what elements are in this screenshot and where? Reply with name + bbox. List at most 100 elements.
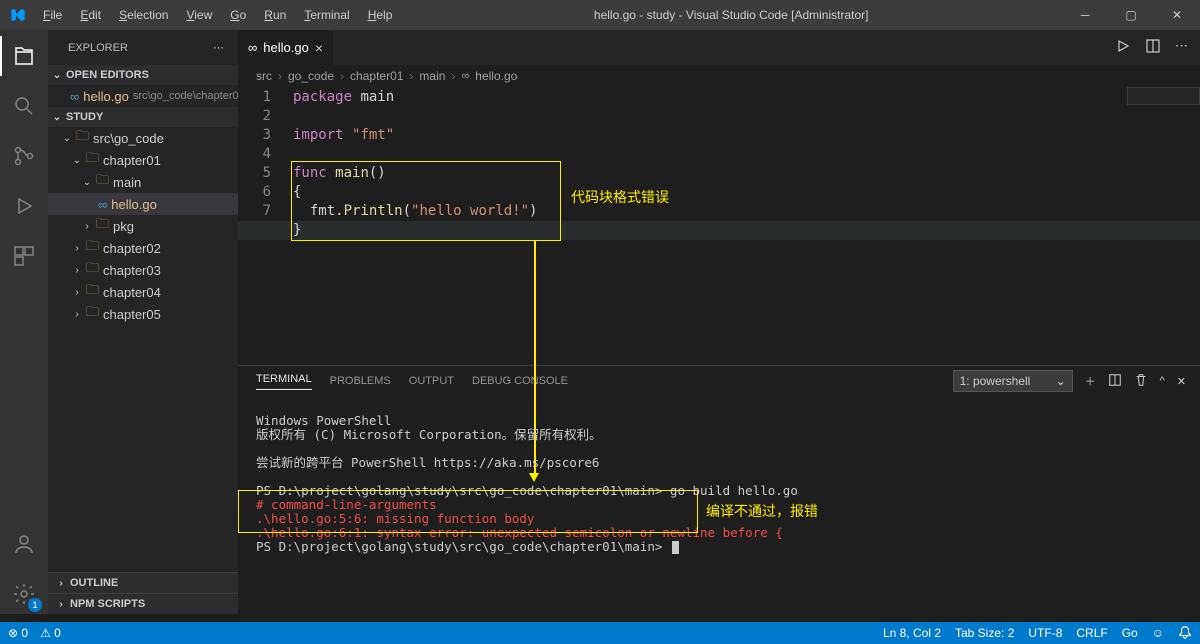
editor-area: ∞ hello.go × ⋯ src› go_code› chapter01› … — [238, 30, 1200, 614]
new-terminal-icon[interactable]: ＋ — [1085, 373, 1096, 389]
bottom-panel: TERMINAL PROBLEMS OUTPUT DEBUG CONSOLE 1… — [238, 365, 1200, 614]
menu-view[interactable]: View — [178, 4, 220, 26]
tab-hello-go[interactable]: ∞ hello.go × — [238, 30, 334, 65]
split-terminal-icon[interactable] — [1108, 373, 1122, 390]
open-editors-label: OPEN EDITORS — [66, 69, 149, 81]
chevron-down-icon: ⌄ — [1056, 374, 1066, 388]
run-debug-icon[interactable] — [0, 186, 48, 226]
tree-chapter03[interactable]: ›🗀chapter03 — [48, 259, 238, 281]
go-file-icon: ∞ — [461, 70, 469, 82]
status-lang[interactable]: Go — [1122, 626, 1138, 640]
tree-root[interactable]: ⌄🗀src\go_code — [48, 127, 238, 149]
settings-badge: 1 — [28, 598, 42, 612]
window-title: hello.go - study - Visual Studio Code [A… — [400, 8, 1062, 22]
menu-file[interactable]: File — [35, 4, 70, 26]
split-editor-icon[interactable] — [1145, 38, 1161, 57]
search-icon[interactable] — [0, 86, 48, 126]
terminal-output[interactable]: Windows PowerShell 版权所有 (C) Microsoft Co… — [238, 396, 1200, 614]
tree-main[interactable]: ⌄🗀main — [48, 171, 238, 193]
tree-chapter04[interactable]: ›🗀chapter04 — [48, 281, 238, 303]
status-lncol[interactable]: Ln 8, Col 2 — [883, 626, 941, 640]
term-line: Windows PowerShell — [256, 413, 391, 428]
maximize-panel-icon[interactable]: ^ — [1160, 375, 1165, 387]
annotation-terminal-box — [238, 490, 698, 533]
tree-ch04-label: chapter04 — [103, 285, 161, 300]
terminal-cursor — [672, 541, 679, 554]
tree-pkg[interactable]: ›🗀pkg — [48, 215, 238, 237]
open-editor-file[interactable]: ∞ hello.go src\go_code\chapter01\m... — [48, 85, 238, 107]
explorer-title: EXPLORER — [68, 42, 128, 54]
status-eol[interactable]: CRLF — [1076, 626, 1107, 640]
trash-terminal-icon[interactable] — [1134, 373, 1148, 390]
close-panel-icon[interactable]: ✕ — [1177, 375, 1186, 388]
file-tree: ⌄🗀src\go_code ⌄🗀chapter01 ⌄🗀main ∞hello.… — [48, 127, 238, 325]
explorer-sidebar: EXPLORER ⋯ ⌄OPEN EDITORS ∞ hello.go src\… — [48, 30, 238, 614]
editor-tabs: ∞ hello.go × ⋯ — [238, 30, 1200, 65]
maximize-button[interactable]: ▢ — [1108, 0, 1154, 30]
panel-tabs: TERMINAL PROBLEMS OUTPUT DEBUG CONSOLE 1… — [238, 366, 1200, 396]
panel-tab-problems[interactable]: PROBLEMS — [330, 375, 391, 387]
close-tab-icon[interactable]: × — [315, 40, 323, 56]
status-errors[interactable]: ⊗ 0 — [8, 626, 28, 640]
run-code-icon[interactable] — [1115, 38, 1131, 57]
activity-bar: 1 — [0, 30, 48, 614]
status-warnings[interactable]: ⚠ 0 — [40, 626, 61, 640]
crumb-main[interactable]: main — [419, 69, 445, 83]
status-encoding[interactable]: UTF-8 — [1028, 626, 1062, 640]
explorer-more-icon[interactable]: ⋯ — [213, 41, 224, 54]
menu-selection[interactable]: Selection — [111, 4, 176, 26]
outline-label: OUTLINE — [70, 577, 118, 589]
tree-file-label: hello.go — [111, 197, 157, 212]
title-bar: File Edit Selection View Go Run Terminal… — [0, 0, 1200, 30]
explorer-icon[interactable] — [0, 36, 48, 76]
open-editor-filename: hello.go — [83, 89, 129, 104]
tree-chapter02[interactable]: ›🗀chapter02 — [48, 237, 238, 259]
outline-section[interactable]: ›OUTLINE — [48, 572, 238, 593]
menu-go[interactable]: Go — [222, 4, 254, 26]
terminal-selector[interactable]: 1: powershell ⌄ — [953, 370, 1073, 392]
close-window-button[interactable]: ✕ — [1154, 0, 1200, 30]
tree-ch01-label: chapter01 — [103, 153, 161, 168]
extensions-icon[interactable] — [0, 236, 48, 276]
crumb-src[interactable]: src — [256, 69, 272, 83]
crumb-ch01[interactable]: chapter01 — [350, 69, 403, 83]
tree-file-hello[interactable]: ∞hello.go — [48, 193, 238, 215]
minimize-button[interactable]: ─ — [1062, 0, 1108, 30]
more-actions-icon[interactable]: ⋯ — [1175, 38, 1188, 57]
menu-terminal[interactable]: Terminal — [296, 4, 357, 26]
panel-tab-terminal[interactable]: TERMINAL — [256, 373, 312, 390]
menu-bar: File Edit Selection View Go Run Terminal… — [35, 4, 400, 26]
tree-main-label: main — [113, 175, 141, 190]
study-section[interactable]: ⌄STUDY — [48, 107, 238, 127]
vscode-logo — [0, 7, 35, 23]
breadcrumb[interactable]: src› go_code› chapter01› main› ∞ hello.g… — [238, 65, 1200, 87]
menu-help[interactable]: Help — [360, 4, 401, 26]
term-line: 尝试新的跨平台 PowerShell https://aka.ms/pscore… — [256, 455, 599, 470]
terminal-selector-label: 1: powershell — [960, 374, 1031, 388]
go-file-icon: ∞ — [248, 40, 257, 55]
source-control-icon[interactable] — [0, 136, 48, 176]
menu-edit[interactable]: Edit — [72, 4, 109, 26]
study-label: STUDY — [66, 111, 103, 123]
tree-chapter01[interactable]: ⌄🗀chapter01 — [48, 149, 238, 171]
panel-tab-output[interactable]: OUTPUT — [409, 375, 454, 387]
annotation-terminal-label: 编译不通过，报错 — [706, 504, 818, 518]
account-icon[interactable] — [0, 524, 48, 564]
minimap[interactable] — [1127, 87, 1200, 105]
status-feedback-icon[interactable]: ☺ — [1152, 626, 1164, 640]
menu-run[interactable]: Run — [256, 4, 294, 26]
tree-chapter05[interactable]: ›🗀chapter05 — [48, 303, 238, 325]
tab-label: hello.go — [263, 40, 309, 55]
panel-tab-debug[interactable]: DEBUG CONSOLE — [472, 375, 568, 387]
annotation-code-box — [291, 161, 561, 241]
npm-scripts-section[interactable]: ›NPM SCRIPTS — [48, 593, 238, 614]
settings-gear-icon[interactable]: 1 — [0, 574, 48, 614]
status-tabsize[interactable]: Tab Size: 2 — [955, 626, 1014, 640]
status-bell-icon[interactable] — [1178, 625, 1192, 642]
crumb-gocode[interactable]: go_code — [288, 69, 334, 83]
code-editor[interactable]: 12345678 package main import "fmt" func … — [238, 87, 1200, 365]
open-editors-section[interactable]: ⌄OPEN EDITORS — [48, 65, 238, 85]
crumb-file[interactable]: hello.go — [475, 69, 517, 83]
status-bar: ⊗ 0 ⚠ 0 Ln 8, Col 2 Tab Size: 2 UTF-8 CR… — [0, 622, 1200, 644]
tree-pkg-label: pkg — [113, 219, 134, 234]
